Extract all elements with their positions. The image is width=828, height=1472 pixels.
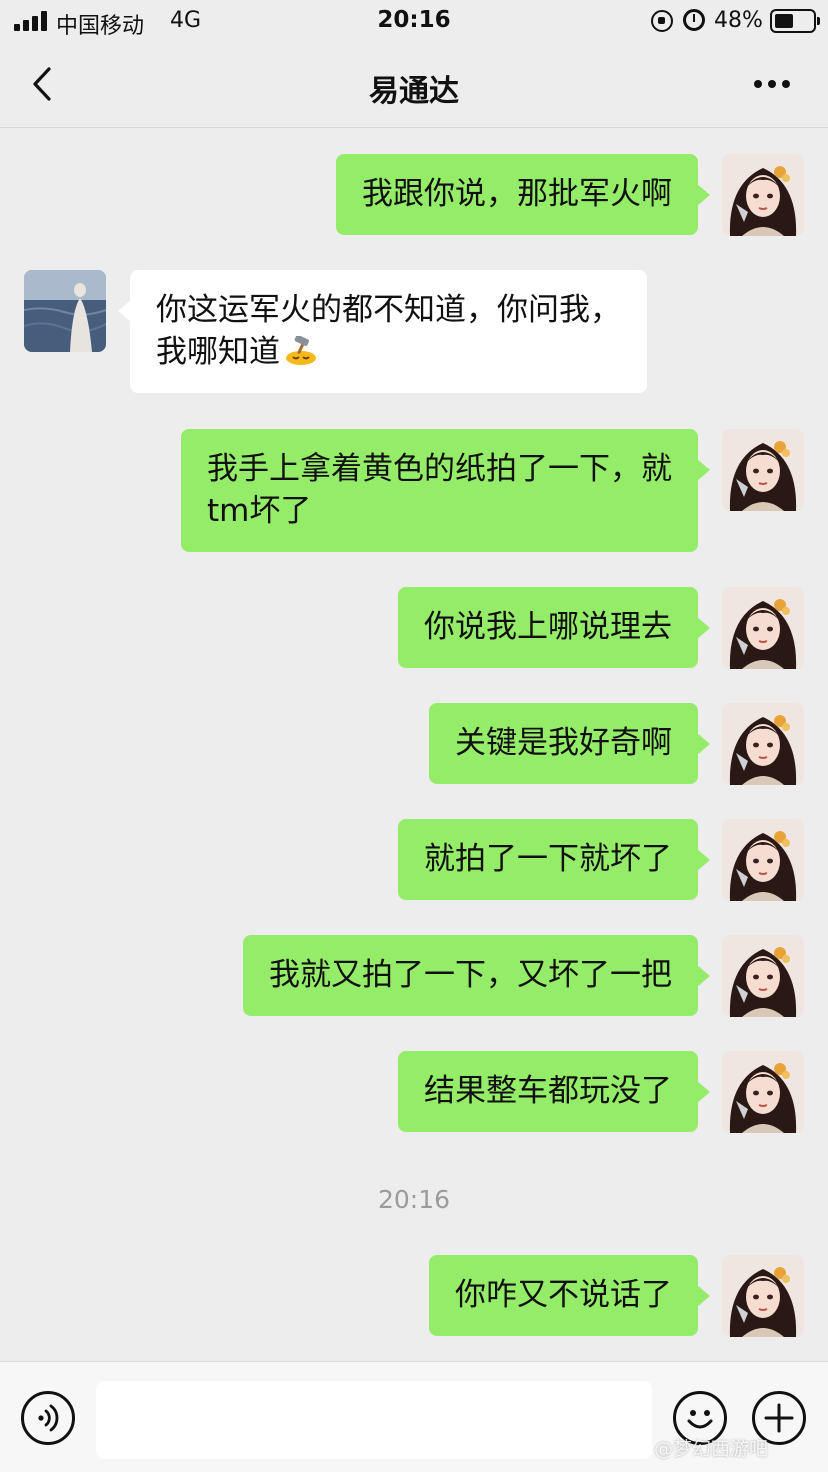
voice-icon [38, 1404, 59, 1432]
self-avatar[interactable] [722, 429, 804, 511]
sent-bubble[interactable]: 你咋又不说话了 [429, 1255, 710, 1336]
self-avatar[interactable] [722, 1255, 804, 1337]
sent-bubble[interactable]: 你说我上哪说理去 [398, 587, 710, 668]
battery-percent: 48% [714, 8, 763, 33]
rotation-lock-icon [651, 10, 673, 32]
sent-bubble[interactable]: 我跟你说，那批军火啊 [336, 154, 710, 235]
chat-screen: 中国移动 4G 20:16 48% 易通达 我跟你说，那批军火啊 你这运军火的都… [0, 0, 828, 1472]
alarm-icon [683, 9, 705, 31]
received-text: 你这运军火的都不知道，你问我， 我哪知道 [156, 292, 621, 370]
battery-icon [770, 9, 820, 33]
sent-bubble[interactable]: 关键是我好奇啊 [429, 703, 710, 784]
contact-avatar[interactable] [24, 270, 106, 352]
nav-bar: 易通达 [0, 44, 828, 128]
sent-bubble[interactable]: 结果整车都玩没了 [398, 1051, 710, 1132]
sent-bubble[interactable]: 就拍了一下就坏了 [398, 819, 710, 900]
received-bubble[interactable]: 你这运军火的都不知道，你问我， 我哪知道 [118, 270, 647, 393]
self-avatar[interactable] [722, 154, 804, 236]
watermark: @梦幻西游吧 [654, 1438, 769, 1460]
self-avatar[interactable] [722, 819, 804, 901]
more-dots-icon[interactable] [748, 72, 796, 96]
message-input[interactable] [96, 1381, 652, 1459]
battery-fill [775, 14, 794, 28]
voice-button[interactable] [21, 1391, 75, 1445]
chat-title: 易通达 [369, 74, 459, 109]
message-list[interactable]: 我跟你说，那批军火啊 你这运军火的都不知道，你问我， 我哪知道 我手上拿着黄色的… [0, 129, 828, 1361]
sent-bubble[interactable]: 我手上拿着黄色的纸拍了一下，就 tm坏了 [181, 429, 710, 552]
self-avatar[interactable] [722, 587, 804, 669]
hammer-face-emoji [286, 336, 316, 365]
self-avatar[interactable] [722, 1051, 804, 1133]
time-divider: 20:16 [377, 1185, 451, 1214]
sent-bubble[interactable]: 我就又拍了一下，又坏了一把 [243, 935, 710, 1016]
self-avatar[interactable] [722, 703, 804, 785]
status-bar: 中国移动 4G 20:16 48% [0, 0, 828, 44]
self-avatar[interactable] [722, 935, 804, 1017]
